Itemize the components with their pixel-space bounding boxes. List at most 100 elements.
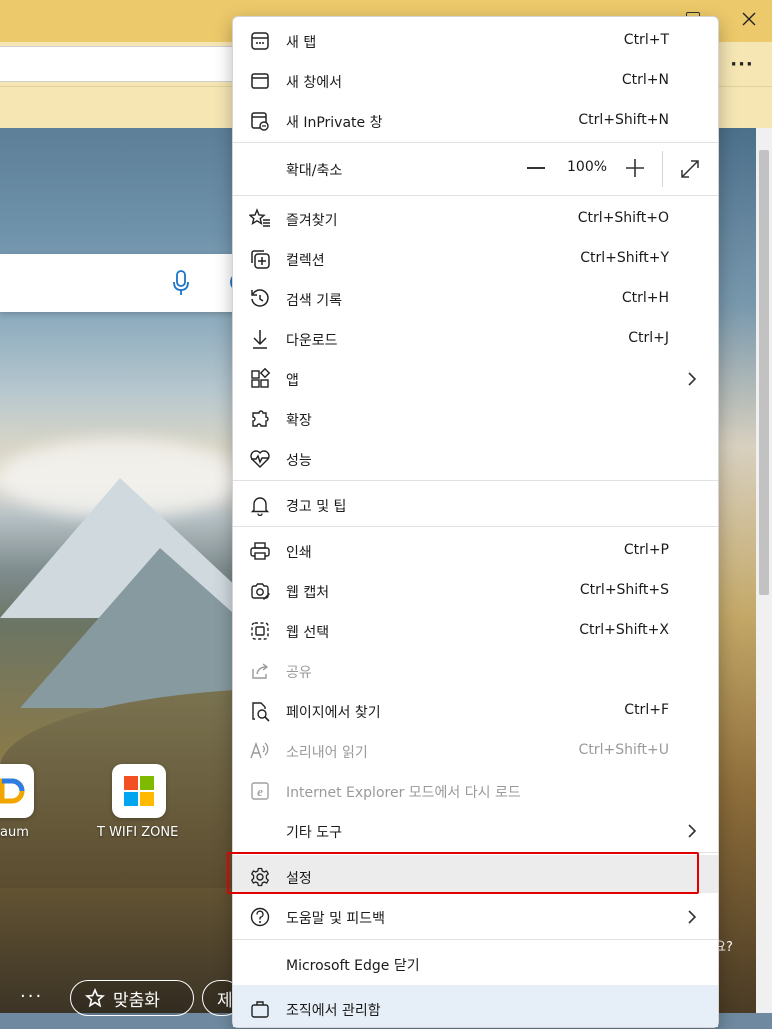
web-search-box[interactable] [0, 254, 260, 312]
menu-item-web-capture[interactable]: 웹 캡처 Ctrl+Shift+S [233, 571, 718, 611]
menu-item-label: 경고 및 팁 [286, 499, 347, 515]
fullscreen-icon[interactable] [679, 158, 701, 180]
menu-item-label: 소리내어 읽기 [286, 745, 368, 761]
quick-link-tile[interactable] [112, 764, 166, 818]
zoom-divider [662, 151, 663, 187]
menu-item-shortcut: Ctrl+T [623, 32, 669, 48]
settings-and-more-button[interactable]: ··· [726, 50, 758, 78]
extensions-icon [252, 410, 269, 427]
menu-item-shortcut: Ctrl+Shift+Y [580, 250, 669, 266]
menu-item-help-and-feedback[interactable]: 도움말 및 피드백 [233, 897, 718, 937]
menu-item-web-select[interactable]: 웹 선택 Ctrl+Shift+X [233, 611, 718, 651]
menu-item-shortcut: Ctrl+F [624, 702, 669, 718]
menu-item-performance[interactable]: 성능 [233, 439, 718, 479]
microsoft-logo-icon [124, 776, 154, 806]
menu-item-history[interactable]: 검색 기록 Ctrl+H [233, 279, 718, 319]
menu-item-shortcut: Ctrl+N [621, 72, 669, 88]
close-icon[interactable] [738, 8, 760, 30]
chevron-right-icon [688, 372, 697, 386]
chevron-right-icon [688, 824, 697, 838]
menu-separator [233, 195, 718, 196]
help-icon [250, 907, 270, 927]
performance-icon [250, 450, 270, 468]
menu-item-label: 인쇄 [286, 545, 312, 561]
menu-separator [233, 142, 718, 143]
menu-item-alerts-and-tips[interactable]: 경고 및 팁 [233, 485, 718, 525]
inprivate-window-icon [251, 112, 269, 131]
menu-item-label: 웹 캡처 [286, 585, 330, 601]
menu-item-new-tab[interactable]: 새 탭 Ctrl+T [233, 21, 718, 61]
menu-item-favorites[interactable]: 즐겨찾기 Ctrl+Shift+O [233, 199, 718, 239]
menu-item-share: 공유 [233, 651, 718, 691]
menu-item-label: 새 InPrivate 창 [286, 115, 383, 131]
menu-item-label: 웹 선택 [286, 625, 330, 641]
new-window-icon [251, 73, 269, 89]
page-more-button[interactable]: ··· [20, 986, 43, 1007]
chevron-right-icon [688, 910, 697, 924]
new-tab-icon [251, 32, 269, 50]
background-edge [717, 128, 756, 1013]
menu-item-downloads[interactable]: 다운로드 Ctrl+J [233, 319, 718, 359]
menu-item-close-edge[interactable]: Microsoft Edge 닫기 [233, 944, 718, 984]
star-icon [85, 988, 105, 1008]
menu-item-shortcut: Ctrl+H [621, 290, 669, 306]
menu-separator [233, 480, 718, 481]
menu-item-read-aloud: 소리내어 읽기 Ctrl+Shift+U [233, 731, 718, 771]
menu-item-label: 앱 [286, 373, 299, 389]
quick-link-label: aum [0, 825, 29, 840]
menu-item-label: 새 탭 [286, 35, 317, 51]
menu-item-label: 검색 기록 [286, 293, 342, 309]
menu-item-label: 즐겨찾기 [286, 213, 338, 229]
menu-item-label: 기타 도구 [286, 825, 342, 841]
menu-item-label: 도움말 및 피드백 [286, 911, 386, 927]
menu-item-label: 조직에서 관리함 [286, 1003, 381, 1019]
customize-button[interactable]: 맞춤화 [70, 980, 194, 1016]
microphone-icon[interactable] [172, 270, 190, 296]
menu-item-label: 성능 [286, 453, 312, 469]
apps-icon [251, 368, 271, 388]
zoom-in-button[interactable] [625, 158, 645, 178]
menu-item-more-tools[interactable]: 기타 도구 [233, 811, 718, 851]
menu-item-label: 공유 [286, 665, 312, 681]
find-in-page-icon [252, 702, 270, 722]
menu-item-find-on-page[interactable]: 페이지에서 찾기 Ctrl+F [233, 691, 718, 731]
logo-square-blue [124, 792, 138, 806]
menu-separator [233, 939, 718, 940]
menu-item-managed-by-org[interactable]: 조직에서 관리함 [233, 989, 718, 1029]
settings-highlight-box [227, 852, 699, 894]
download-icon [253, 330, 267, 349]
menu-item-apps[interactable]: 앱 [233, 359, 718, 399]
svg-text:e: e [257, 784, 263, 799]
menu-item-label: 새 창에서 [286, 75, 342, 91]
customize-label: 맞춤화 [113, 990, 160, 1011]
share-icon [252, 663, 269, 679]
menu-item-collections[interactable]: 컬렉션 Ctrl+Shift+Y [233, 239, 718, 279]
web-capture-icon [251, 583, 270, 600]
logo-square-red [124, 776, 138, 790]
ie-mode-icon: e [251, 782, 269, 800]
quick-link-label: T WIFI ZONE [97, 825, 179, 840]
menu-item-extensions[interactable]: 확장 [233, 399, 718, 439]
menu-item-shortcut: Ctrl+Shift+U [578, 742, 669, 758]
menu-item-label: Microsoft Edge 닫기 [286, 958, 420, 974]
menu-item-shortcut: Ctrl+Shift+O [577, 210, 669, 226]
history-icon [251, 289, 269, 307]
quick-link-tile[interactable] [0, 764, 34, 818]
content-tab-label: 제 [217, 990, 233, 1011]
daum-logo-icon [0, 778, 25, 804]
zoom-out-button[interactable] [527, 167, 545, 169]
zoom-level: 100% [567, 159, 608, 175]
menu-item-shortcut: Ctrl+Shift+S [579, 582, 669, 598]
menu-item-shortcut: Ctrl+Shift+X [579, 622, 669, 638]
menu-item-label: 컬렉션 [286, 253, 325, 269]
menu-item-new-inprivate-window[interactable]: 새 InPrivate 창 Ctrl+Shift+N [233, 101, 718, 141]
scrollbar-thumb[interactable] [759, 150, 769, 595]
menu-item-shortcut: Ctrl+Shift+N [578, 112, 669, 128]
menu-item-new-window[interactable]: 새 창에서 Ctrl+N [233, 61, 718, 101]
menu-separator [233, 526, 718, 527]
menu-item-label: 확장 [286, 413, 312, 429]
read-aloud-icon [250, 741, 269, 759]
menu-item-print[interactable]: 인쇄 Ctrl+P [233, 531, 718, 571]
bell-icon [250, 497, 270, 516]
menu-item-label: 다운로드 [286, 333, 338, 349]
